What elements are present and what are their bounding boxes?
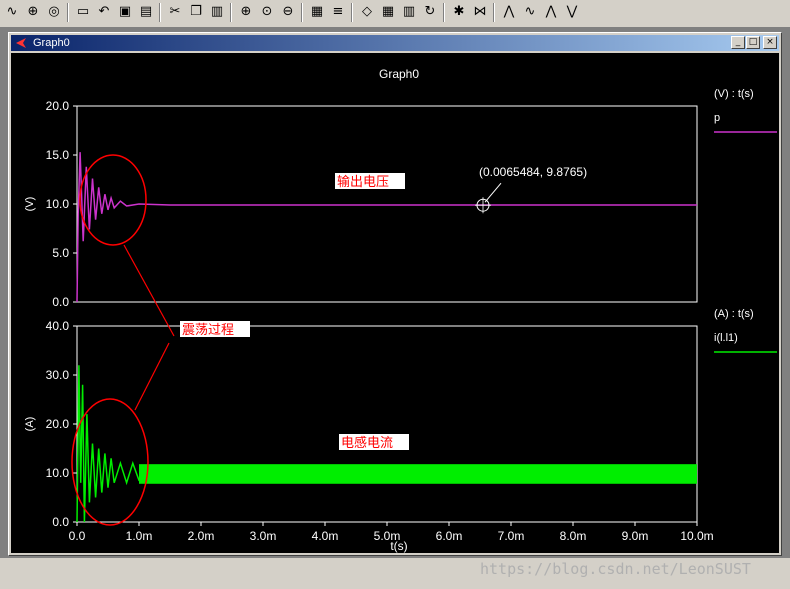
cursor-b-icon[interactable]: ∿ xyxy=(520,1,540,21)
y-tick-label: 5.0 xyxy=(52,246,69,260)
toolbar-separator xyxy=(493,3,495,22)
watermark: https://blog.csdn.net/LeonSUST xyxy=(480,560,751,578)
x-axis-label: t(s) xyxy=(390,539,407,553)
grid-icon[interactable]: ▦ xyxy=(378,1,398,21)
x-tick-label: 9.0m xyxy=(622,529,649,543)
y-tick-label: 20.0 xyxy=(46,417,70,431)
y-tick-label: 10.0 xyxy=(46,197,70,211)
y-axis-label: (V) xyxy=(24,197,36,212)
toolbar-separator xyxy=(443,3,445,22)
restore-button[interactable]: □ xyxy=(746,36,760,49)
x-tick-label: 10.0m xyxy=(680,529,713,543)
undo-icon[interactable]: ↶ xyxy=(94,1,114,21)
y-tick-label: 20.0 xyxy=(46,99,70,113)
plot-frame xyxy=(76,105,698,303)
paste-icon[interactable]: ▥ xyxy=(207,1,227,21)
x-tick-label: 4.0m xyxy=(312,529,339,543)
legend-title: (V) : t(s) xyxy=(714,88,754,100)
y-tick-label: 40.0 xyxy=(46,319,70,333)
minimize-button[interactable]: _ xyxy=(731,36,745,49)
print-icon[interactable]: ▤ xyxy=(136,1,156,21)
zoom-in-icon[interactable]: ⊕ xyxy=(236,1,256,21)
x-tick-label: 1.0m xyxy=(126,529,153,543)
cut-icon[interactable]: ✂ xyxy=(165,1,185,21)
peak-icon[interactable]: ⋀ xyxy=(541,1,561,21)
save-icon[interactable]: ▣ xyxy=(115,1,135,21)
close-button[interactable]: × xyxy=(763,36,777,49)
waveform-icon[interactable]: ∿ xyxy=(2,1,22,21)
x-tick-label: 0.0 xyxy=(69,529,86,543)
bus-icon[interactable]: ⋈ xyxy=(470,1,490,21)
x-tick-label: 2.0m xyxy=(188,529,215,543)
y-axis-label: (A) xyxy=(24,417,36,432)
legend-title: (A) : t(s) xyxy=(714,308,754,320)
legend-series-name: p xyxy=(714,112,720,124)
open-folder-icon[interactable]: ▭ xyxy=(73,1,93,21)
eraser-icon[interactable]: ◇ xyxy=(357,1,377,21)
crosshair-icon[interactable]: ⊕ xyxy=(23,1,43,21)
y-tick-label: 15.0 xyxy=(46,148,70,162)
y-tick-label: 30.0 xyxy=(46,368,70,382)
x-tick-label: 7.0m xyxy=(498,529,525,543)
target-icon[interactable]: ◎ xyxy=(44,1,64,21)
toolbar-separator xyxy=(159,3,161,22)
legend-series-name: i(l.l1) xyxy=(714,332,738,344)
marker-pointer xyxy=(484,182,502,203)
window-titlebar[interactable]: Graph0 _ □ × xyxy=(11,35,779,51)
cursor-a-icon[interactable]: ⋀ xyxy=(499,1,519,21)
output-voltage-label: 输出电压 xyxy=(337,174,389,189)
window-title: Graph0 xyxy=(33,37,70,49)
inductor-current-label: 电感电流 xyxy=(341,435,393,450)
oscillation-label: 震荡过程 xyxy=(182,322,234,337)
legend-icon[interactable]: ≡ xyxy=(328,1,348,21)
x-tick-label: 3.0m xyxy=(250,529,277,543)
zoom-fit-icon[interactable]: ⊙ xyxy=(257,1,277,21)
copy-icon[interactable]: ❐ xyxy=(186,1,206,21)
y-tick-label: 0.0 xyxy=(52,515,69,529)
chart-title: Graph0 xyxy=(379,67,419,81)
toolbar-separator xyxy=(230,3,232,22)
waveform-grid-icon[interactable]: ▥ xyxy=(399,1,419,21)
toolbar: ∿ ⊕ ◎ ▭ ↶ ▣ ▤ ✂ ❐ ▥ ⊕ ⊙ ⊖ ▦ ≡ ◇ ▦ ▥ ↻ ✱ ⋈ ⋀ ∿ ⋀ ⋁ xyxy=(0,0,790,28)
graph-chart[interactable]: Graph0 20.0 15.0 10.0 5.0 0.0 (V) (V) : t(s) p 40… xyxy=(11,53,779,553)
y-tick-label: 10.0 xyxy=(46,466,70,480)
zoom-out-icon[interactable]: ⊖ xyxy=(278,1,298,21)
x-tick-label: 6.0m xyxy=(436,529,463,543)
oscillation-circle-voltage xyxy=(79,154,147,246)
toolbar-separator xyxy=(67,3,69,22)
refresh-icon[interactable]: ↻ xyxy=(420,1,440,21)
trough-icon[interactable]: ⋁ xyxy=(562,1,582,21)
marker-label: (0.0065484, 9.8765) xyxy=(479,165,587,179)
graph-window-icon xyxy=(16,38,26,48)
plot-frame xyxy=(76,325,698,523)
bar-chart-icon[interactable]: ▦ xyxy=(307,1,327,21)
pin-icon[interactable]: ✱ xyxy=(449,1,469,21)
y-tick-label: 0.0 xyxy=(52,295,69,309)
connector-line-top xyxy=(123,244,175,337)
toolbar-separator xyxy=(351,3,353,22)
x-tick-label: 8.0m xyxy=(560,529,587,543)
graph-window: Graph0 _ □ × Graph0 20.0 15.0 10.0 5.0 0.0 (V)… xyxy=(8,32,782,556)
toolbar-separator xyxy=(301,3,303,22)
plot-area: Graph0 20.0 15.0 10.0 5.0 0.0 (V) (V) : t(s) p 40… xyxy=(11,53,779,553)
connector-line-bottom xyxy=(134,342,170,411)
